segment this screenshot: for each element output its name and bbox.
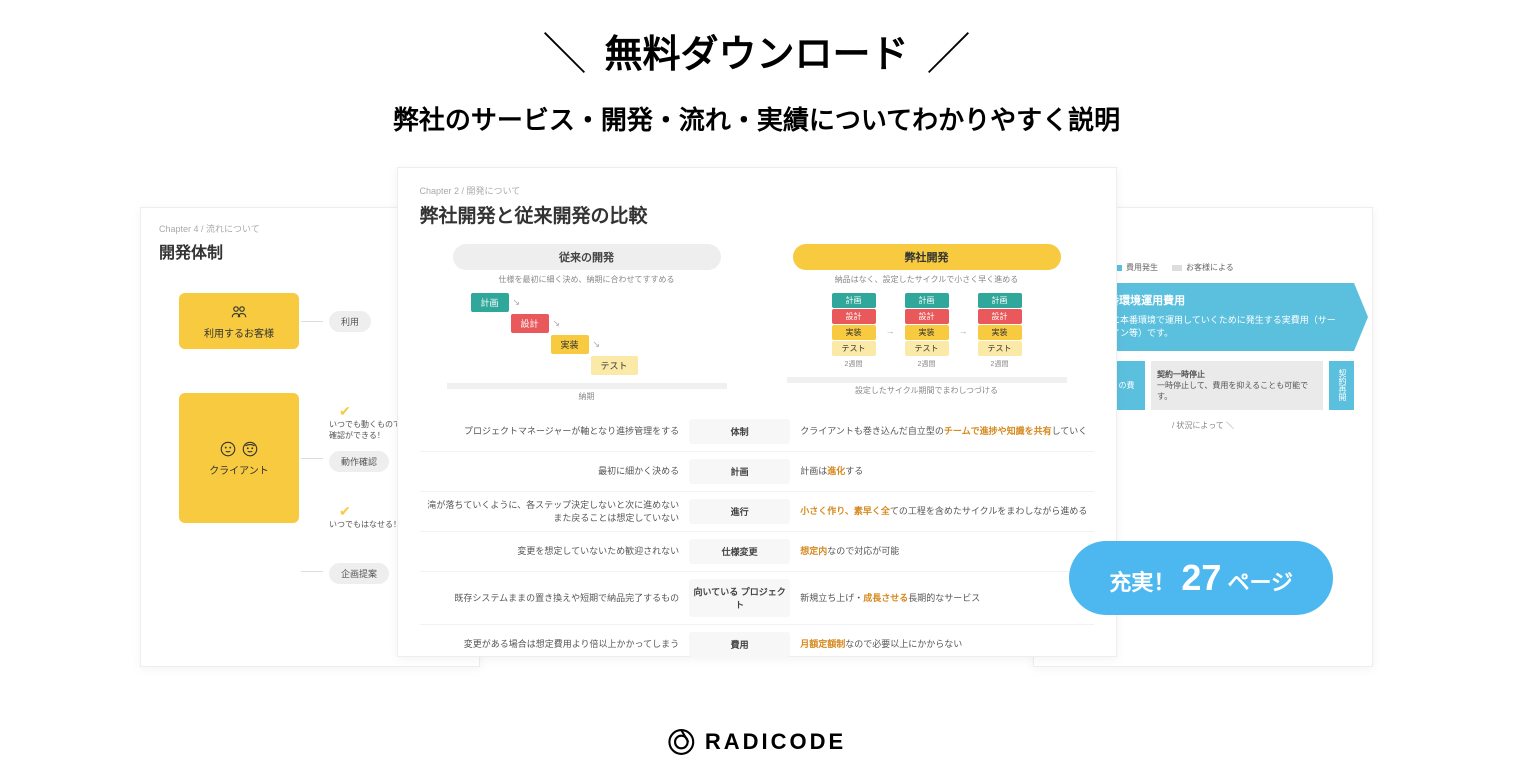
- row-left: 変更がある場合は想定費用より倍以上かかってしまう: [420, 638, 690, 651]
- box-client-label: クライアント: [209, 462, 269, 477]
- row-right: 月額定額制なので必要以上にかからない: [790, 638, 1093, 651]
- note-talk: いつでもはなせる！: [329, 519, 401, 530]
- tag-design: 設計: [511, 314, 549, 333]
- pill-op: 動作確認: [329, 451, 389, 472]
- row-left: プロジェクトマネージャーが軸となり進捗管理をする: [420, 425, 690, 438]
- box-customer: 利用するお客様: [179, 293, 299, 349]
- row-mid: 向いている プロジェクト: [689, 579, 790, 617]
- timeline-label: 納期: [437, 391, 737, 402]
- row-mid: 体制: [689, 419, 790, 444]
- badge-pre: 充実！: [1109, 565, 1175, 597]
- row-right: 小さく作り、素早く全ての工程を含めたサイクルをまわしながら進める: [790, 505, 1093, 518]
- pill-plan: 企画提案: [329, 563, 389, 584]
- slash-right: ／: [927, 18, 971, 82]
- row-left: 変更を想定していないため歓迎されない: [420, 545, 690, 558]
- col-ours: 弊社開発 納品はなく、設定したサイクルで小さく早く進める 計画 設計 実装 テス…: [777, 244, 1077, 402]
- tag-plan: 計画: [471, 293, 509, 312]
- client-faces: [219, 440, 259, 458]
- comparison-table: プロジェクトマネージャーが軸となり進捗管理をする体制クライアントも巻き込んだ自立…: [420, 412, 1094, 664]
- slides-stage: Chapter 4 / 流れについて 開発体制 利用するお客様 利用 クライアン…: [0, 167, 1513, 667]
- legend-cost: 費用発生: [1112, 262, 1158, 273]
- col-a-head: 従来の開発: [453, 244, 721, 270]
- agile-row: 計画 設計 実装 テスト 2週間 → 計画 設計 実装 テスト: [777, 293, 1077, 369]
- arrow-icon: →: [959, 326, 968, 336]
- pill-use: 利用: [329, 311, 371, 332]
- slide-center: Chapter 2 / 開発について 弊社開発と従来開発の比較 従来の開発 仕様…: [397, 167, 1117, 657]
- table-row: 既存システムままの置き換えや短期で納品完了するもの向いている プロジェクト新規立…: [420, 571, 1094, 624]
- slide-center-title: 弊社開発と従来開発の比較: [420, 201, 1094, 228]
- timeline-bar: [447, 383, 727, 389]
- row-right: 新規立ち上げ・成長させる長期的なサービス: [790, 592, 1093, 605]
- row-left: 既存システムままの置き換えや短期で納品完了するもの: [420, 592, 690, 605]
- headline-row: ＼ 無料ダウンロード ／: [0, 18, 1513, 82]
- tag-impl: 実装: [551, 335, 589, 354]
- badge-number: 27: [1181, 557, 1221, 599]
- row-right: クライアントも巻き込んだ自立型のチームで進捗や知識を共有していく: [790, 425, 1093, 438]
- face-icon: [219, 440, 237, 458]
- table-row: 変更を想定していないため歓迎されない仕様変更想定内なので対応が可能: [420, 531, 1094, 571]
- row-mid: 計画: [689, 459, 790, 484]
- subheadline: 弊社のサービス・開発・流れ・実績についてわかりやすく説明: [0, 100, 1513, 137]
- row-mid: 進行: [689, 499, 790, 524]
- logo-mark-icon: [667, 728, 695, 756]
- arrow-icon: ↘: [513, 297, 521, 308]
- connector: [301, 571, 323, 572]
- chapter-label-center: Chapter 2 / 開発について: [420, 184, 1094, 197]
- table-row: 滝が落ちていくように、各ステップ決定しないと次に進めない また戻ることは想定して…: [420, 491, 1094, 531]
- tag-test: テスト: [591, 356, 638, 375]
- box-customer-label: 利用するお客様: [204, 325, 274, 340]
- legend-customer: お客様による: [1172, 262, 1234, 273]
- people-icon: [230, 303, 248, 321]
- col-b-head: 弊社開発: [793, 244, 1061, 270]
- check-icon: ✔: [339, 403, 351, 420]
- block-resume: 契約再開: [1329, 361, 1354, 411]
- slash-left: ＼: [542, 18, 586, 82]
- col-a-sub: 仕様を最初に細く決め、納期に合わせてすすめる: [437, 274, 737, 285]
- box-client: クライアント: [179, 393, 299, 523]
- timeline-bar: [787, 377, 1067, 383]
- row-left: 最初に細かく決める: [420, 465, 690, 478]
- col-traditional: 従来の開発 仕様を最初に細く決め、納期に合わせてすすめる 計画 ↘ 設計 ↘ 実装 ↘…: [437, 244, 737, 402]
- table-row: プロジェクトマネージャーが軸となり進捗管理をする体制クライアントも巻き込んだ自立…: [420, 412, 1094, 451]
- waterfall: 計画 ↘ 設計 ↘ 実装 ↘ テスト: [437, 293, 737, 375]
- row-right: 想定内なので対応が可能: [790, 545, 1093, 558]
- sprint-1: 計画 設計 実装 テスト 2週間: [832, 293, 876, 369]
- arrow-icon: →: [886, 326, 895, 336]
- arrow-icon: ↘: [553, 318, 561, 329]
- headline-text: 無料ダウンロード: [604, 23, 908, 78]
- compare-columns: 従来の開発 仕様を最初に細く決め、納期に合わせてすすめる 計画 ↘ 設計 ↘ 実装 ↘…: [420, 244, 1094, 402]
- cycle-note: 設定したサイクル期間でまわしつづける: [777, 385, 1077, 396]
- badge-post: ページ: [1227, 565, 1293, 597]
- check-icon: ✔: [339, 503, 351, 520]
- arrow-icon: ↘: [593, 339, 601, 350]
- table-row: 最初に細かく決める計画計画は進化する: [420, 451, 1094, 491]
- connector: [301, 321, 323, 322]
- table-row: 変更がある場合は想定費用より倍以上かかってしまう費用月額定額制なので必要以上にか…: [420, 624, 1094, 664]
- sprint-3: 計画 設計 実装 テスト 2週間: [978, 293, 1022, 369]
- note-confirm: いつでも動くもので確認ができる！: [329, 419, 401, 441]
- col-b-sub: 納品はなく、設定したサイクルで小さく早く進める: [777, 274, 1077, 285]
- row-mid: 費用: [689, 632, 790, 657]
- row-mid: 仕様変更: [689, 539, 790, 564]
- sprint-2: 計画 設計 実装 テスト 2週間: [905, 293, 949, 369]
- face-icon: [241, 440, 259, 458]
- row-left: 滝が落ちていくように、各ステップ決定しないと次に進めない また戻ることは想定して…: [420, 499, 690, 524]
- logo: RADICODE: [667, 728, 846, 756]
- hero: ＼ 無料ダウンロード ／ 弊社のサービス・開発・流れ・実績についてわかりやすく説…: [0, 0, 1513, 137]
- logo-text: RADICODE: [705, 729, 846, 755]
- row-right: 計画は進化する: [790, 465, 1093, 478]
- connector: [301, 458, 323, 459]
- block-pause: 契約一時停止 一時停止して、費用を抑えることも可能です。: [1151, 361, 1323, 411]
- pages-badge: 充実！ 27 ページ: [1069, 541, 1333, 615]
